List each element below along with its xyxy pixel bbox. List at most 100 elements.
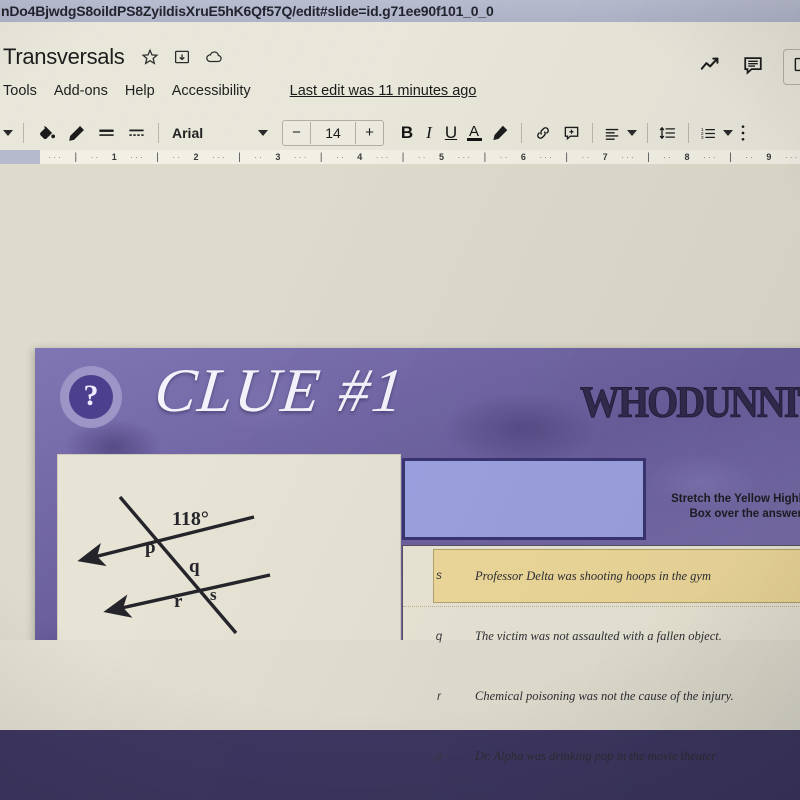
present-play-icon [793, 55, 800, 79]
text-color-swatch [466, 138, 482, 141]
font-decrease-button[interactable]: − [283, 122, 310, 144]
ruler-pipe: | [401, 151, 405, 163]
explore-trending-icon[interactable] [699, 54, 723, 81]
slide-header: ? CLUE #1 WHODUNNIT [35, 348, 800, 448]
toolbar-divider [688, 123, 689, 143]
align-left-icon[interactable] [600, 118, 624, 148]
bold-button[interactable]: B [396, 118, 418, 148]
move-to-folder-icon[interactable] [173, 48, 191, 66]
pencil-icon[interactable] [61, 118, 91, 148]
text-color-letter: A [468, 123, 479, 140]
ruler-minor-tick: · · [743, 152, 755, 162]
menu-item-accessibility[interactable]: Accessibility [172, 83, 251, 99]
page-title[interactable]: Transversals [3, 44, 125, 70]
ruler-minor-tick: · · · [128, 152, 145, 162]
title-row: Transversals [0, 40, 800, 74]
os-taskbar[interactable] [0, 730, 800, 800]
ruler-minor-tick: · · [252, 152, 265, 162]
chrome-right-group: P [699, 46, 800, 88]
paint-bucket-icon[interactable] [31, 118, 61, 148]
last-edit-link[interactable]: Last edit was 11 minutes ago [290, 83, 477, 99]
font-family-caret-icon[interactable] [252, 118, 274, 148]
ruler-minor-tick: · · · [537, 152, 555, 162]
toolbar-divider [521, 123, 522, 143]
ruler-minor-tick: · · · [209, 152, 227, 162]
answer-text: The victim was not assaulted with a fall… [475, 629, 722, 643]
comment-icon[interactable] [741, 54, 765, 81]
toolbar-divider [158, 123, 159, 143]
ruler-minor-tick: · · · [373, 152, 391, 162]
clue-title: CLUE #1 [151, 357, 409, 425]
question-mark-badge-icon: ? [60, 366, 122, 428]
answer-code: p [435, 750, 443, 763]
present-button[interactable]: P [782, 49, 800, 85]
highlight-box[interactable] [402, 458, 646, 540]
ruler-pipe: | [319, 151, 323, 163]
star-icon[interactable] [141, 48, 159, 66]
border-weight-icon[interactable] [91, 118, 121, 148]
question-mark-glyph: ? [69, 375, 113, 419]
menu-item-help[interactable]: Help [125, 83, 155, 99]
ruler-minor-tick: · · [415, 152, 428, 162]
ruler-minor-tick: · · [579, 152, 592, 162]
line-spacing-icon[interactable] [655, 118, 681, 148]
font-size-stepper[interactable]: − 14 + [282, 120, 384, 146]
menu-bar: Tools Add-ons Help Accessibility Last ed… [0, 78, 800, 104]
browser-url-bar[interactable]: nDo4BjwdgS8oildPS8ZyildisXruE5hK6Qf57Q/e… [0, 0, 800, 22]
border-dash-icon[interactable] [121, 118, 151, 148]
ruler-minor-tick: · · · [619, 152, 636, 162]
ruler-minor-tick: · · · [455, 152, 473, 162]
screenshot-root: nDo4BjwdgS8oildPS8ZyildisXruE5hK6Qf57Q/e… [0, 0, 800, 800]
link-icon[interactable] [529, 118, 557, 148]
answer-code: s [436, 570, 442, 582]
font-family-value[interactable]: Arial [172, 125, 252, 141]
svg-text:3: 3 [701, 134, 704, 140]
ruler-minor-tick: · · [661, 152, 674, 162]
answer-code: q [435, 630, 443, 643]
label-p: p [145, 537, 156, 558]
highlight-instruction-line-2: Box over the answer. [689, 508, 800, 520]
ruler-pipe: | [483, 151, 487, 163]
highlight-pen-icon[interactable] [486, 118, 514, 148]
menu-item-addons[interactable]: Add-ons [54, 83, 108, 99]
ruler-minor-tick: · · · [44, 152, 64, 162]
more-vertical-icon[interactable] [736, 118, 750, 148]
toolbar-divider [647, 123, 648, 143]
answer-text: Chemical poisoning was not the cause of … [475, 689, 734, 703]
ruler-minor-tick: · · · [291, 152, 309, 162]
ruler-minor-tick: · · [497, 152, 510, 162]
list-caret-icon[interactable] [720, 118, 736, 148]
numbered-list-icon[interactable]: 1 2 3 [696, 118, 720, 148]
align-caret-icon[interactable] [624, 118, 640, 148]
ruler[interactable]: · · · | · · 1 · · · | · · 2 · · · | · · … [0, 150, 800, 164]
answer-text: Dr. Alpha was drinking pop in the movie … [475, 749, 717, 763]
ruler-minor-tick: · · · [700, 152, 718, 162]
format-toolbar: Arial − 14 + B I U A 1 2 3 [0, 116, 800, 150]
url-text: nDo4BjwdgS8oildPS8ZyildisXruE5hK6Qf57Q/e… [1, 3, 494, 19]
ruler-track[interactable]: · · · | · · 1 · · · | · · 2 · · · | · · … [40, 150, 800, 164]
add-comment-icon[interactable] [557, 118, 585, 148]
highlight-instruction-line-1: Stretch the Yellow Highlight [671, 493, 800, 505]
label-r: r [174, 591, 183, 612]
ruler-pipe: | [729, 151, 732, 163]
slide-canvas[interactable]: ? CLUE #1 WHODUNNIT p q r s 118° Stretch… [0, 164, 800, 799]
font-size-value[interactable]: 14 [310, 122, 356, 144]
title-icon-group [141, 48, 223, 66]
italic-button[interactable]: I [418, 118, 440, 148]
speaker-notes-area[interactable]: • • • es [0, 640, 800, 730]
ruler-pipe: | [156, 151, 159, 163]
text-color-button[interactable]: A [462, 118, 486, 148]
ruler-tick-9: 9 [766, 152, 772, 162]
menu-item-tools[interactable]: Tools [3, 83, 37, 99]
ruler-pipe: | [238, 151, 241, 163]
ruler-tick-8: 8 [684, 152, 690, 162]
ruler-pipe: | [74, 151, 78, 163]
font-increase-button[interactable]: + [356, 122, 383, 144]
label-angle-118: 118° [172, 508, 209, 530]
ruler-tick-3: 3 [275, 152, 281, 162]
table-row[interactable]: s Professor Delta was shooting hoops in t… [403, 546, 800, 606]
underline-button[interactable]: U [440, 118, 462, 148]
toolbar-overflow-caret[interactable] [0, 118, 16, 148]
cloud-saved-icon[interactable] [205, 48, 223, 66]
label-s: s [210, 585, 217, 604]
